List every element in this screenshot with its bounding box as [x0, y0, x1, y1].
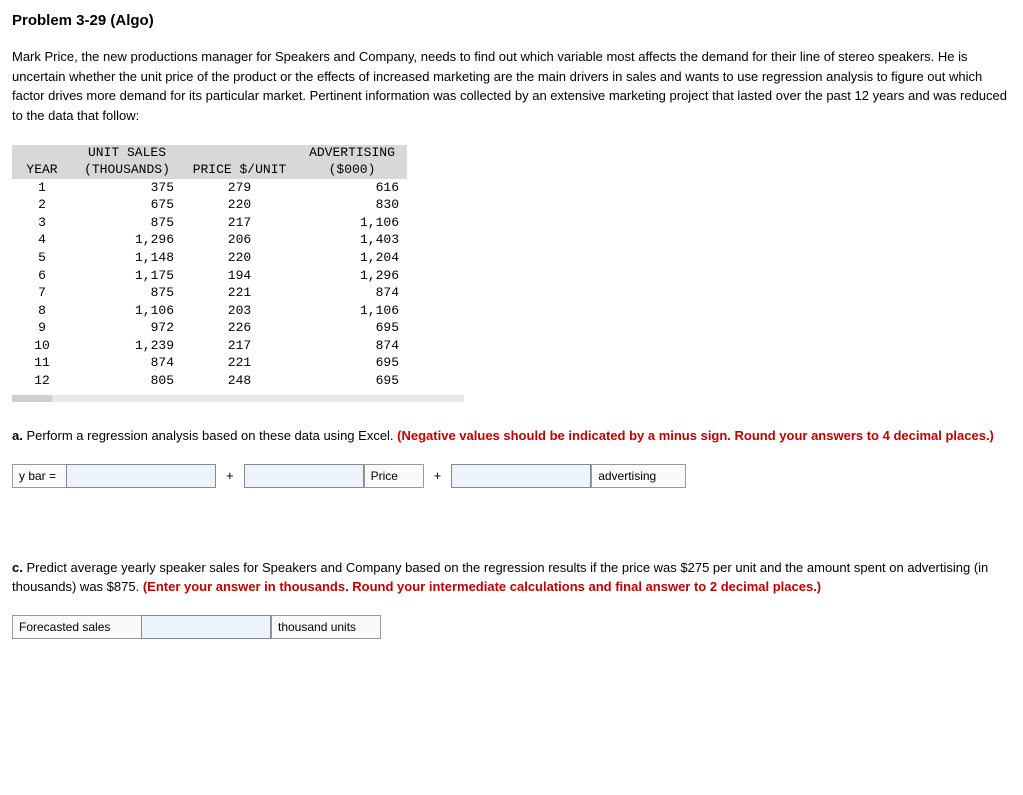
cell-year: 3: [12, 214, 72, 232]
price-label: Price: [364, 464, 424, 488]
th-price: PRICE $/UNIT: [182, 145, 297, 179]
forecast-row: Forecasted sales thousand units: [12, 615, 1011, 639]
cell-price: 226: [182, 319, 297, 337]
table-row: 12805248695: [12, 372, 407, 390]
cell-adv: 830: [297, 196, 407, 214]
th-sales: UNIT SALES(THOUSANDS): [72, 145, 182, 179]
cell-sales: 972: [72, 319, 182, 337]
cell-price: 248: [182, 372, 297, 390]
table-row: 2675220830: [12, 196, 407, 214]
cell-sales: 1,296: [72, 231, 182, 249]
cell-adv: 1,106: [297, 214, 407, 232]
cell-adv: 695: [297, 372, 407, 390]
intro-text: Mark Price, the new productions manager …: [12, 47, 1011, 125]
cell-adv: 1,403: [297, 231, 407, 249]
cell-sales: 875: [72, 214, 182, 232]
cell-year: 4: [12, 231, 72, 249]
adv-coef-input[interactable]: [451, 464, 591, 488]
ybar-label: y bar =: [12, 464, 67, 488]
cell-sales: 805: [72, 372, 182, 390]
cell-price: 217: [182, 337, 297, 355]
table-row: 101,239217874: [12, 337, 407, 355]
cell-year: 10: [12, 337, 72, 355]
table-row: 9972226695: [12, 319, 407, 337]
cell-price: 220: [182, 249, 297, 267]
cell-adv: 1,106: [297, 302, 407, 320]
cell-sales: 675: [72, 196, 182, 214]
table-row: 7875221874: [12, 284, 407, 302]
cell-sales: 375: [72, 179, 182, 197]
cell-year: 2: [12, 196, 72, 214]
cell-price: 279: [182, 179, 297, 197]
cell-adv: 695: [297, 354, 407, 372]
cell-sales: 875: [72, 284, 182, 302]
cell-year: 5: [12, 249, 72, 267]
cell-sales: 874: [72, 354, 182, 372]
cell-sales: 1,106: [72, 302, 182, 320]
cell-price: 206: [182, 231, 297, 249]
cell-year: 8: [12, 302, 72, 320]
table-row: 61,1751941,296: [12, 267, 407, 285]
table-scrollbar[interactable]: [12, 395, 464, 402]
part-a-text: a. Perform a regression analysis based o…: [12, 426, 1011, 446]
table-row: 38752171,106: [12, 214, 407, 232]
cell-adv: 874: [297, 284, 407, 302]
cell-price: 220: [182, 196, 297, 214]
table-row: 1375279616: [12, 179, 407, 197]
cell-price: 194: [182, 267, 297, 285]
plus-2: +: [424, 464, 452, 488]
cell-adv: 695: [297, 319, 407, 337]
cell-sales: 1,148: [72, 249, 182, 267]
forecast-unit: thousand units: [271, 615, 381, 639]
cell-adv: 616: [297, 179, 407, 197]
table-row: 51,1482201,204: [12, 249, 407, 267]
table-row: 81,1062031,106: [12, 302, 407, 320]
th-year: YEAR: [12, 145, 72, 179]
cell-year: 1: [12, 179, 72, 197]
data-table: YEAR UNIT SALES(THOUSANDS) PRICE $/UNIT …: [12, 145, 407, 389]
cell-adv: 874: [297, 337, 407, 355]
problem-title: Problem 3-29 (Algo): [12, 12, 1011, 29]
cell-adv: 1,204: [297, 249, 407, 267]
part-c-text: c. Predict average yearly speaker sales …: [12, 558, 1011, 597]
cell-sales: 1,239: [72, 337, 182, 355]
table-row: 11874221695: [12, 354, 407, 372]
cell-year: 6: [12, 267, 72, 285]
adv-label: advertising: [591, 464, 686, 488]
intercept-input[interactable]: [66, 464, 216, 488]
cell-year: 12: [12, 372, 72, 390]
cell-year: 7: [12, 284, 72, 302]
cell-price: 221: [182, 284, 297, 302]
forecast-input[interactable]: [141, 615, 271, 639]
cell-sales: 1,175: [72, 267, 182, 285]
forecast-label: Forecasted sales: [12, 615, 142, 639]
cell-price: 203: [182, 302, 297, 320]
plus-1: +: [216, 464, 244, 488]
price-coef-input[interactable]: [244, 464, 364, 488]
cell-adv: 1,296: [297, 267, 407, 285]
cell-year: 11: [12, 354, 72, 372]
regression-equation-row: y bar = + Price + advertising: [12, 464, 1011, 488]
cell-price: 221: [182, 354, 297, 372]
cell-price: 217: [182, 214, 297, 232]
th-adv: ADVERTISING($000): [297, 145, 407, 179]
cell-year: 9: [12, 319, 72, 337]
table-row: 41,2962061,403: [12, 231, 407, 249]
